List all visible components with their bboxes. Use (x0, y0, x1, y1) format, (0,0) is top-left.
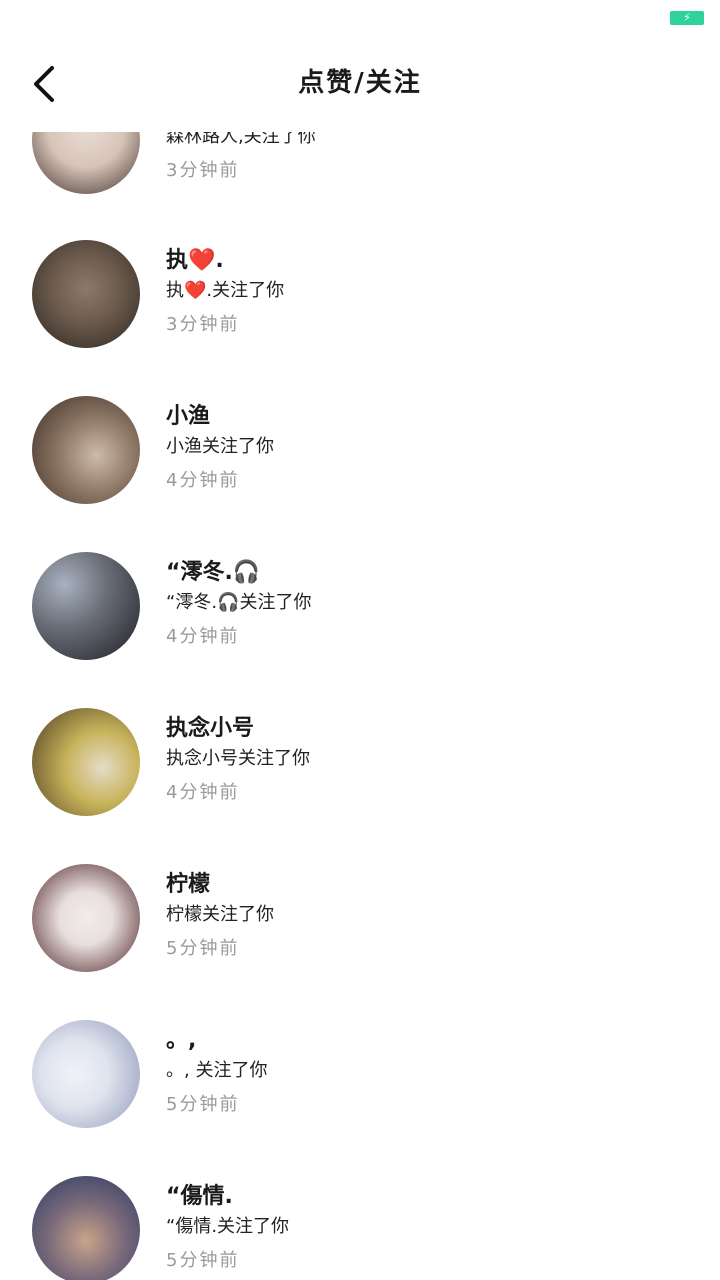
timestamp: 5分钟前 (166, 938, 240, 959)
status-bar: ⚡ (0, 0, 720, 36)
follow-description: “傷情.关注了你 (166, 1216, 290, 1237)
user-name[interactable]: 执❤️. (166, 242, 224, 274)
list-item[interactable]: 执念小号 执念小号关注了你 4分钟前 (0, 708, 720, 818)
header: 点赞/关注 (0, 52, 720, 114)
user-name[interactable]: 执念小号 (166, 710, 254, 742)
list-item[interactable]: 小渔 小渔关注了你 4分钟前 (0, 396, 720, 506)
follow-description: 柠檬关注了你 (166, 904, 274, 925)
list-item[interactable]: 。, 。, 关注了你 5分钟前 (0, 1020, 720, 1130)
list-item[interactable]: 执❤️. 执❤️.关注了你 3分钟前 (0, 240, 720, 350)
follow-description: 执念小号关注了你 (166, 748, 310, 769)
avatar[interactable] (32, 1020, 140, 1128)
user-name[interactable]: 。, (166, 1022, 196, 1054)
follow-description: 小渔关注了你 (166, 436, 274, 457)
follow-description: 森林路人,关注了你 (166, 126, 316, 147)
timestamp: 4分钟前 (166, 626, 240, 647)
avatar[interactable] (32, 708, 140, 816)
list-item[interactable]: “傷情. “傷情.关注了你 5分钟前 (0, 1176, 720, 1280)
timestamp: 3分钟前 (166, 314, 240, 335)
avatar[interactable] (32, 864, 140, 972)
charging-battery-icon: ⚡ (670, 11, 704, 25)
timestamp: 5分钟前 (166, 1094, 240, 1115)
timestamp: 5分钟前 (166, 1250, 240, 1271)
avatar[interactable] (32, 396, 140, 504)
page-title: 点赞/关注 (298, 68, 422, 98)
timestamp: 4分钟前 (166, 782, 240, 803)
follow-description: 执❤️.关注了你 (166, 280, 285, 301)
avatar[interactable] (32, 240, 140, 348)
timestamp: 3分钟前 (166, 160, 240, 181)
user-name[interactable]: 柠檬 (166, 866, 210, 898)
avatar[interactable] (32, 552, 140, 660)
user-name[interactable]: 小渔 (166, 398, 210, 430)
follow-description: “澪冬.🎧关注了你 (166, 592, 312, 613)
user-name[interactable]: “傷情. (166, 1178, 233, 1210)
list-item[interactable]: 柠檬 柠檬关注了你 5分钟前 (0, 864, 720, 974)
user-name[interactable]: “澪冬.🎧 (166, 554, 260, 586)
timestamp: 4分钟前 (166, 470, 240, 491)
follow-description: 。, 关注了你 (166, 1060, 268, 1081)
list-item[interactable]: “澪冬.🎧 “澪冬.🎧关注了你 4分钟前 (0, 552, 720, 662)
follow-list[interactable]: 森林路人,关注了你 3分钟前 执❤️. 执❤️.关注了你 3分钟前 小渔 小渔关… (0, 126, 720, 1280)
avatar[interactable] (32, 1176, 140, 1280)
